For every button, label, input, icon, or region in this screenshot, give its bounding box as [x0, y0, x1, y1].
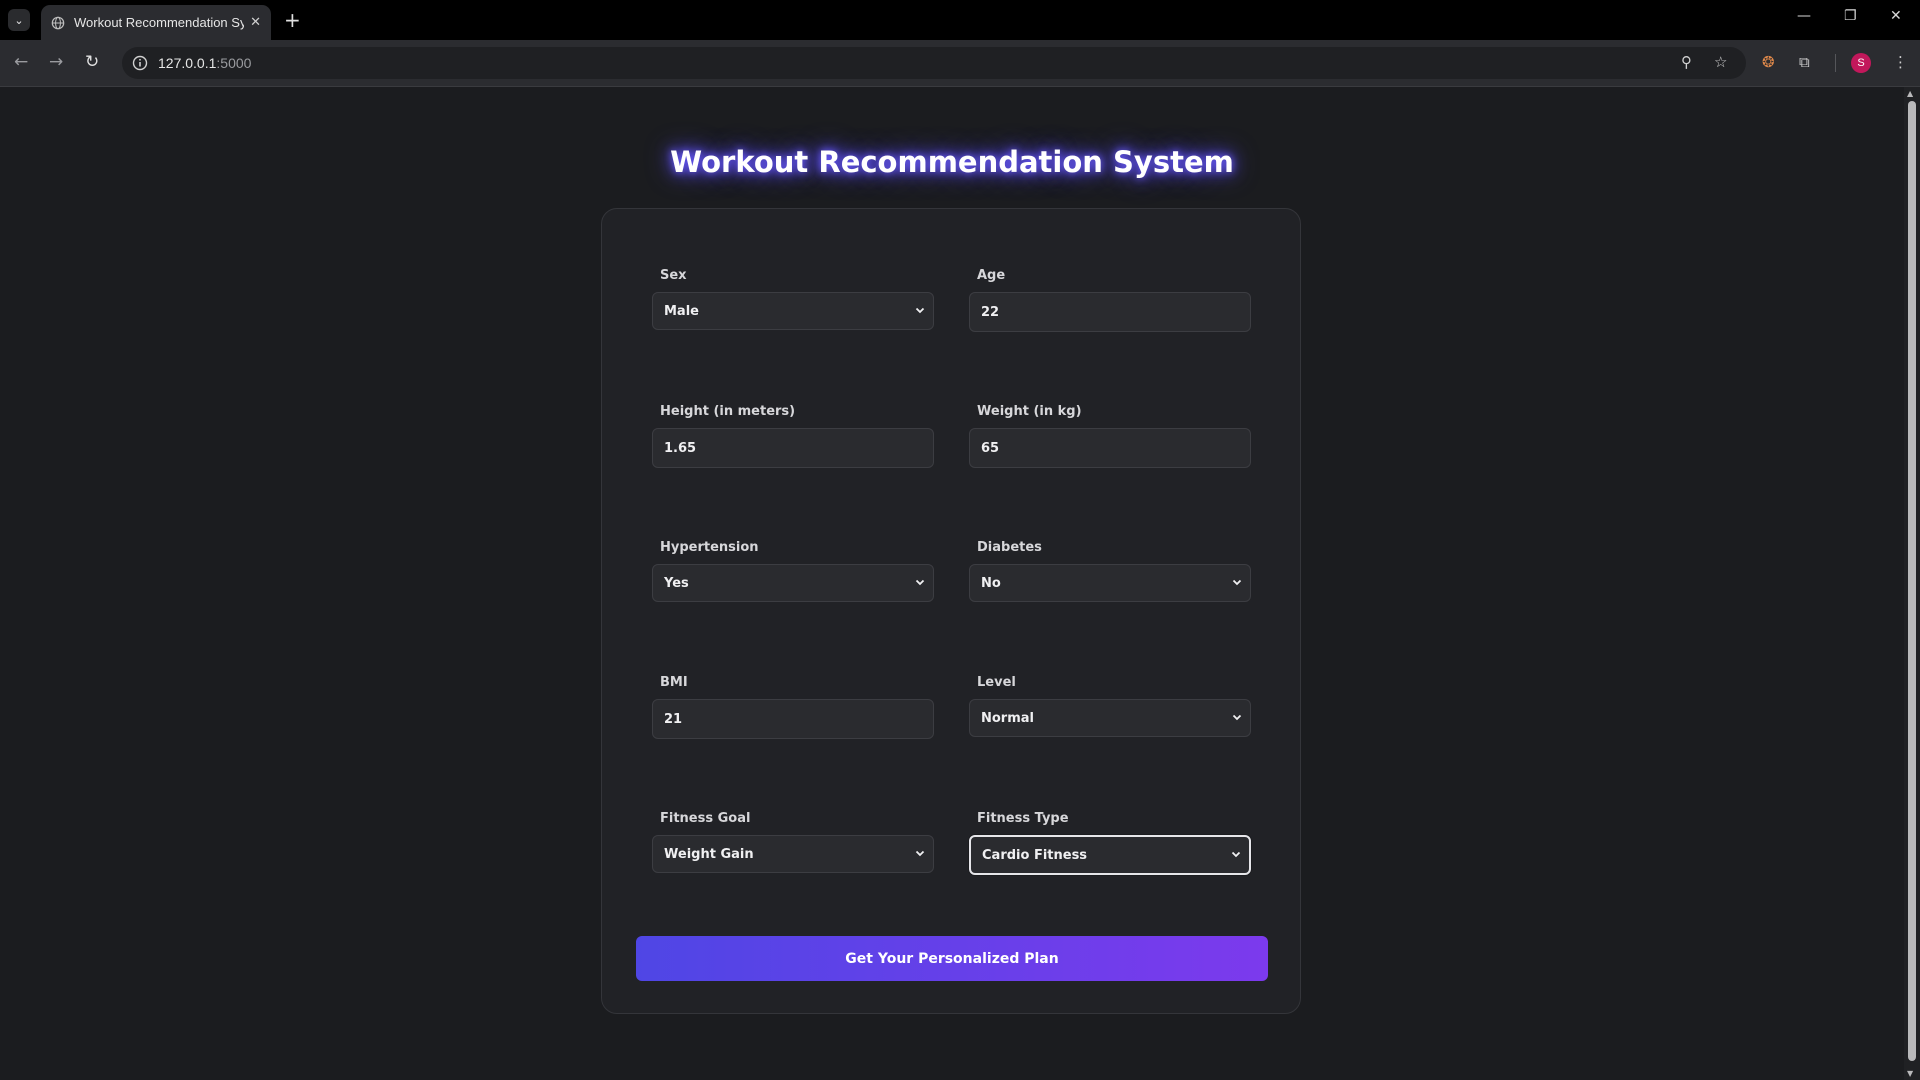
- diabetes-field: Diabetes No: [969, 540, 1251, 602]
- recommendation-form: Sex Male Age 22 Height (in meters) 1.65 …: [601, 208, 1301, 1014]
- scrollbar-thumb[interactable]: [1908, 101, 1916, 1061]
- sex-label: Sex: [660, 268, 687, 283]
- fitness-type-field: Fitness Type Cardio Fitness: [969, 811, 1251, 875]
- chevron-down-icon: [915, 579, 925, 586]
- tab-title: Workout Recommendation System: [74, 15, 244, 30]
- sex-select[interactable]: Male: [652, 292, 934, 330]
- forward-arrow-icon[interactable]: →: [49, 52, 63, 72]
- browser-tab[interactable]: Workout Recommendation System ✕: [41, 5, 271, 40]
- diabetes-select[interactable]: No: [969, 564, 1251, 602]
- hypertension-label: Hypertension: [660, 540, 759, 555]
- toolbar-divider: [1835, 54, 1836, 72]
- hypertension-value: Yes: [664, 575, 689, 591]
- extension-cookie-icon[interactable]: ❂: [1762, 53, 1775, 71]
- get-plan-button[interactable]: Get Your Personalized Plan: [636, 936, 1268, 981]
- profile-avatar[interactable]: S: [1851, 53, 1871, 73]
- site-info-icon[interactable]: [132, 55, 148, 71]
- height-field: Height (in meters) 1.65: [652, 404, 934, 468]
- weight-field: Weight (in kg) 65: [969, 404, 1251, 468]
- url-port: :5000: [216, 55, 252, 71]
- bmi-value: 21: [664, 711, 683, 727]
- page-scrollbar[interactable]: ▲ ▼: [1904, 87, 1920, 1080]
- level-label: Level: [977, 675, 1016, 690]
- age-field: Age 22: [969, 268, 1251, 332]
- scroll-up-arrow-icon[interactable]: ▲: [1907, 89, 1913, 98]
- menu-kebab-icon[interactable]: ⋮: [1893, 53, 1908, 71]
- scroll-down-arrow-icon[interactable]: ▼: [1907, 1069, 1913, 1078]
- sex-field: Sex Male: [652, 268, 934, 330]
- hypertension-select[interactable]: Yes: [652, 564, 934, 602]
- bmi-field: BMI 21: [652, 675, 934, 739]
- age-value: 22: [981, 304, 1000, 320]
- age-label: Age: [977, 268, 1006, 283]
- restore-button[interactable]: ❐: [1844, 8, 1857, 24]
- fitness-goal-field: Fitness Goal Weight Gain: [652, 811, 934, 873]
- bookmark-star-icon[interactable]: ☆: [1714, 53, 1727, 71]
- page-title: Workout Recommendation System: [670, 145, 1234, 179]
- weight-label: Weight (in kg): [977, 404, 1082, 419]
- chevron-down-icon: [1232, 714, 1242, 721]
- level-field: Level Normal: [969, 675, 1251, 737]
- fitness-goal-select[interactable]: Weight Gain: [652, 835, 934, 873]
- level-select[interactable]: Normal: [969, 699, 1251, 737]
- browser-tab-bar: ⌄ Workout Recommendation System ✕ + — ❐ …: [0, 0, 1920, 40]
- close-window-button[interactable]: ✕: [1890, 8, 1902, 24]
- height-value: 1.65: [664, 440, 697, 456]
- chevron-down-icon: [1232, 579, 1242, 586]
- diabetes-value: No: [981, 575, 1001, 591]
- diabetes-label: Diabetes: [977, 540, 1042, 555]
- height-label: Height (in meters): [660, 404, 796, 419]
- close-tab-icon[interactable]: ✕: [250, 15, 261, 30]
- browser-toolbar: ← → ↻ 127.0.0.1:5000 ⚲ ☆ ❂ ⧉ ⋮: [0, 40, 1920, 87]
- weight-input[interactable]: 65: [969, 428, 1251, 468]
- zoom-icon[interactable]: ⚲: [1681, 53, 1692, 71]
- chevron-down-icon: [915, 307, 925, 314]
- globe-icon: [51, 16, 65, 29]
- reload-icon[interactable]: ↻: [85, 52, 99, 72]
- weight-value: 65: [981, 440, 1000, 456]
- minimize-button[interactable]: —: [1797, 8, 1811, 24]
- new-tab-button[interactable]: +: [284, 7, 301, 33]
- fitness-goal-value: Weight Gain: [664, 846, 754, 862]
- fitness-goal-label: Fitness Goal: [660, 811, 751, 826]
- tab-search-button[interactable]: ⌄: [8, 9, 30, 31]
- fitness-type-select[interactable]: Cardio Fitness: [969, 835, 1251, 875]
- url-text: 127.0.0.1:5000: [158, 55, 251, 71]
- extensions-puzzle-icon[interactable]: ⧉: [1799, 53, 1810, 71]
- height-input[interactable]: 1.65: [652, 428, 934, 468]
- age-input[interactable]: 22: [969, 292, 1251, 332]
- sex-value: Male: [664, 303, 699, 319]
- chevron-down-icon: [1231, 851, 1241, 858]
- address-bar[interactable]: 127.0.0.1:5000: [122, 47, 1746, 79]
- bmi-input[interactable]: 21: [652, 699, 934, 739]
- chevron-down-icon: [915, 850, 925, 857]
- hypertension-field: Hypertension Yes: [652, 540, 934, 602]
- fitness-type-label: Fitness Type: [977, 811, 1069, 826]
- fitness-type-value: Cardio Fitness: [982, 847, 1088, 863]
- url-host: 127.0.0.1: [158, 55, 217, 71]
- bmi-label: BMI: [660, 675, 688, 690]
- chevron-down-icon: ⌄: [14, 13, 24, 27]
- back-arrow-icon[interactable]: ←: [14, 52, 28, 72]
- level-value: Normal: [981, 710, 1034, 726]
